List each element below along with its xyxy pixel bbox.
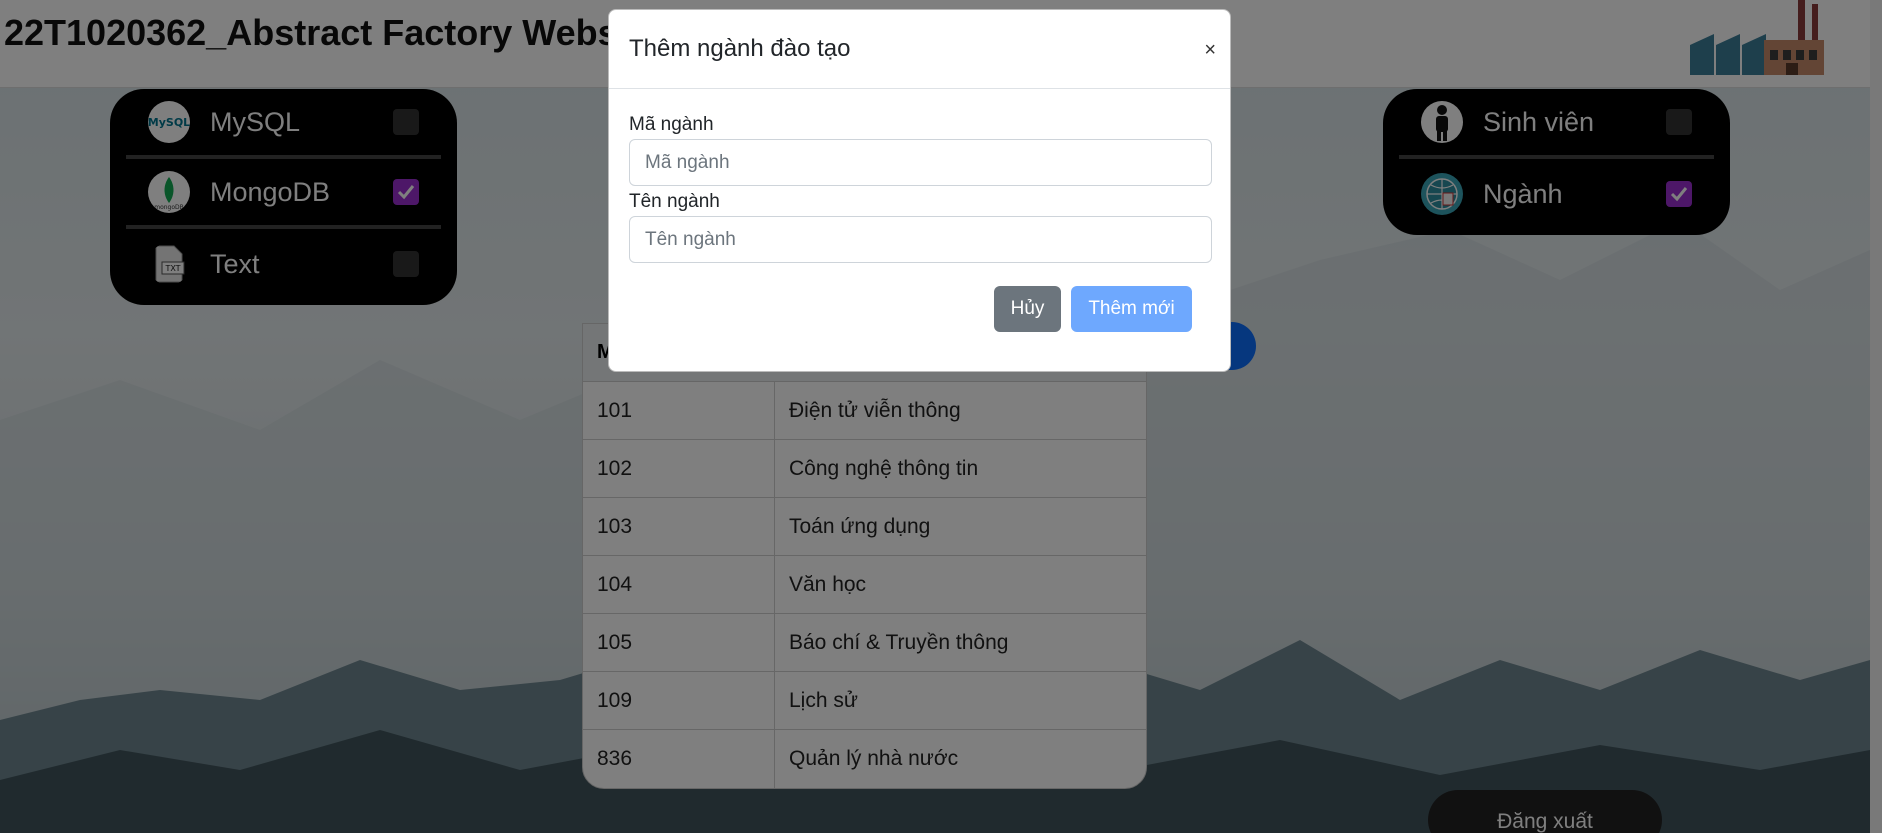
close-icon[interactable]: ×	[1204, 40, 1216, 60]
major-name-input[interactable]	[629, 216, 1212, 263]
add-major-modal: Thêm ngành đào tạo × Mã ngành Tên ngành …	[608, 9, 1231, 372]
code-field-label: Mã ngành	[629, 114, 714, 135]
name-field-label: Tên ngành	[629, 191, 720, 212]
modal-title: Thêm ngành đào tạo	[629, 35, 851, 62]
major-code-input[interactable]	[629, 139, 1212, 186]
modal-header: Thêm ngành đào tạo ×	[609, 10, 1230, 89]
add-new-button[interactable]: Thêm mới	[1071, 286, 1192, 332]
cancel-button[interactable]: Hủy	[994, 286, 1061, 332]
